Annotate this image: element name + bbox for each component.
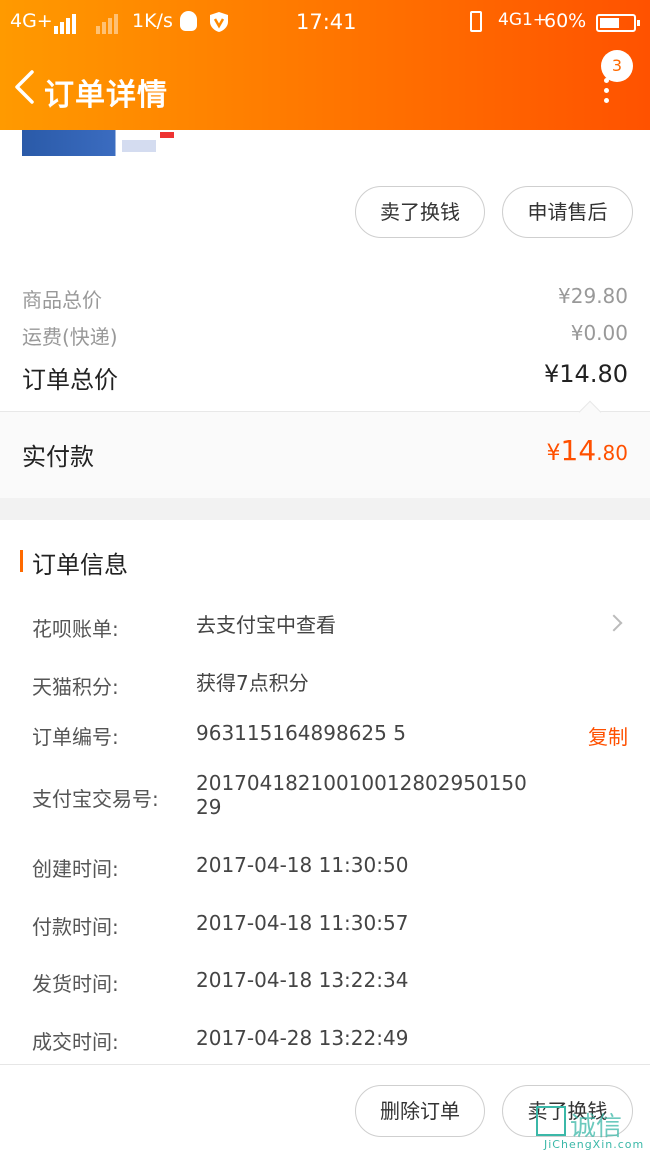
page-title: 订单详情 xyxy=(44,78,168,113)
info-key: 创建时间: xyxy=(32,857,119,881)
battery-percent: 60% xyxy=(544,10,587,32)
paid-label: 实付款 xyxy=(22,443,94,471)
delete-order-button[interactable]: 删除订单 xyxy=(355,1085,485,1137)
vibrate-icon xyxy=(470,11,482,32)
info-key: 订单编号: xyxy=(32,725,119,749)
order-info-section: 订单信息 花呗账单: 去支付宝中查看 天猫积分: 获得7点积分 订单编号: 96… xyxy=(0,520,650,1065)
network-speed: 1K/s xyxy=(132,10,173,32)
info-key: 花呗账单: xyxy=(32,617,119,641)
app-header: 4G+ 1K/s 17:41 4G1+ 60% 订单详情 3 xyxy=(0,0,650,130)
qq-icon xyxy=(180,11,197,31)
signal-icon xyxy=(54,12,78,34)
order-total-value: ¥14.80 xyxy=(544,360,628,388)
info-value: 2017-04-18 13:22:34 xyxy=(196,968,409,992)
product-thumbnail[interactable] xyxy=(22,130,178,156)
clock-time: 17:41 xyxy=(296,10,357,34)
order-total-label: 订单总价 xyxy=(22,366,118,394)
order-number-value: 963115164898625 5 xyxy=(196,721,406,745)
shipping-label: 运费(快递) xyxy=(22,325,118,349)
chevron-right-icon xyxy=(605,614,623,632)
copy-button[interactable]: 复制 xyxy=(588,721,628,750)
after-sales-button[interactable]: 申请售后 xyxy=(502,186,633,238)
signal-weak-icon xyxy=(96,12,120,34)
paid-amount-section: 实付款 ¥14.80 xyxy=(0,400,650,498)
status-bar: 4G+ 1K/s 17:41 4G1+ 60% xyxy=(0,0,650,46)
info-value: 获得7点积分 xyxy=(196,671,309,695)
order-info-title: 订单信息 xyxy=(32,551,128,579)
info-key: 发货时间: xyxy=(32,972,119,996)
network-type-left: 4G+ xyxy=(10,10,53,32)
shield-icon xyxy=(210,12,228,32)
goods-total-value: ¥29.80 xyxy=(558,284,628,308)
info-key: 支付宝交易号: xyxy=(32,787,159,811)
product-section: 卖了换钱 申请售后 xyxy=(0,130,650,252)
battery-level xyxy=(600,18,619,28)
section-accent-bar xyxy=(20,550,23,572)
battery-icon xyxy=(596,14,640,32)
watermark-logo: 诚信 JiChengXin.com xyxy=(532,1104,650,1155)
watermark-url: JiChengXin.com xyxy=(544,1138,645,1151)
sell-exchange-button[interactable]: 卖了换钱 xyxy=(355,186,485,238)
goods-total-label: 商品总价 xyxy=(22,288,102,312)
shipping-value: ¥0.00 xyxy=(570,321,628,345)
back-arrow-icon[interactable] xyxy=(12,70,42,104)
info-value: 2017-04-18 11:30:57 xyxy=(196,911,409,935)
info-value: 去支付宝中查看 xyxy=(196,613,336,637)
info-key: 成交时间: xyxy=(32,1030,119,1054)
info-key: 天猫积分: xyxy=(32,675,119,699)
paid-amount: ¥14.80 xyxy=(546,434,628,467)
info-value: 2017-04-18 11:30:50 xyxy=(196,853,409,877)
price-summary: 商品总价 ¥29.80 运费(快递) ¥0.00 订单总价 ¥14.80 xyxy=(0,252,650,412)
more-menu-button[interactable]: 3 xyxy=(594,50,640,110)
info-value: 2017-04-28 13:22:49 xyxy=(196,1026,409,1050)
alipay-trade-value: 20170418210010012802950150 29 xyxy=(196,771,527,819)
info-key: 付款时间: xyxy=(32,915,119,939)
more-dots-icon xyxy=(604,78,609,108)
network-type-right: 4G1+ xyxy=(498,10,548,30)
